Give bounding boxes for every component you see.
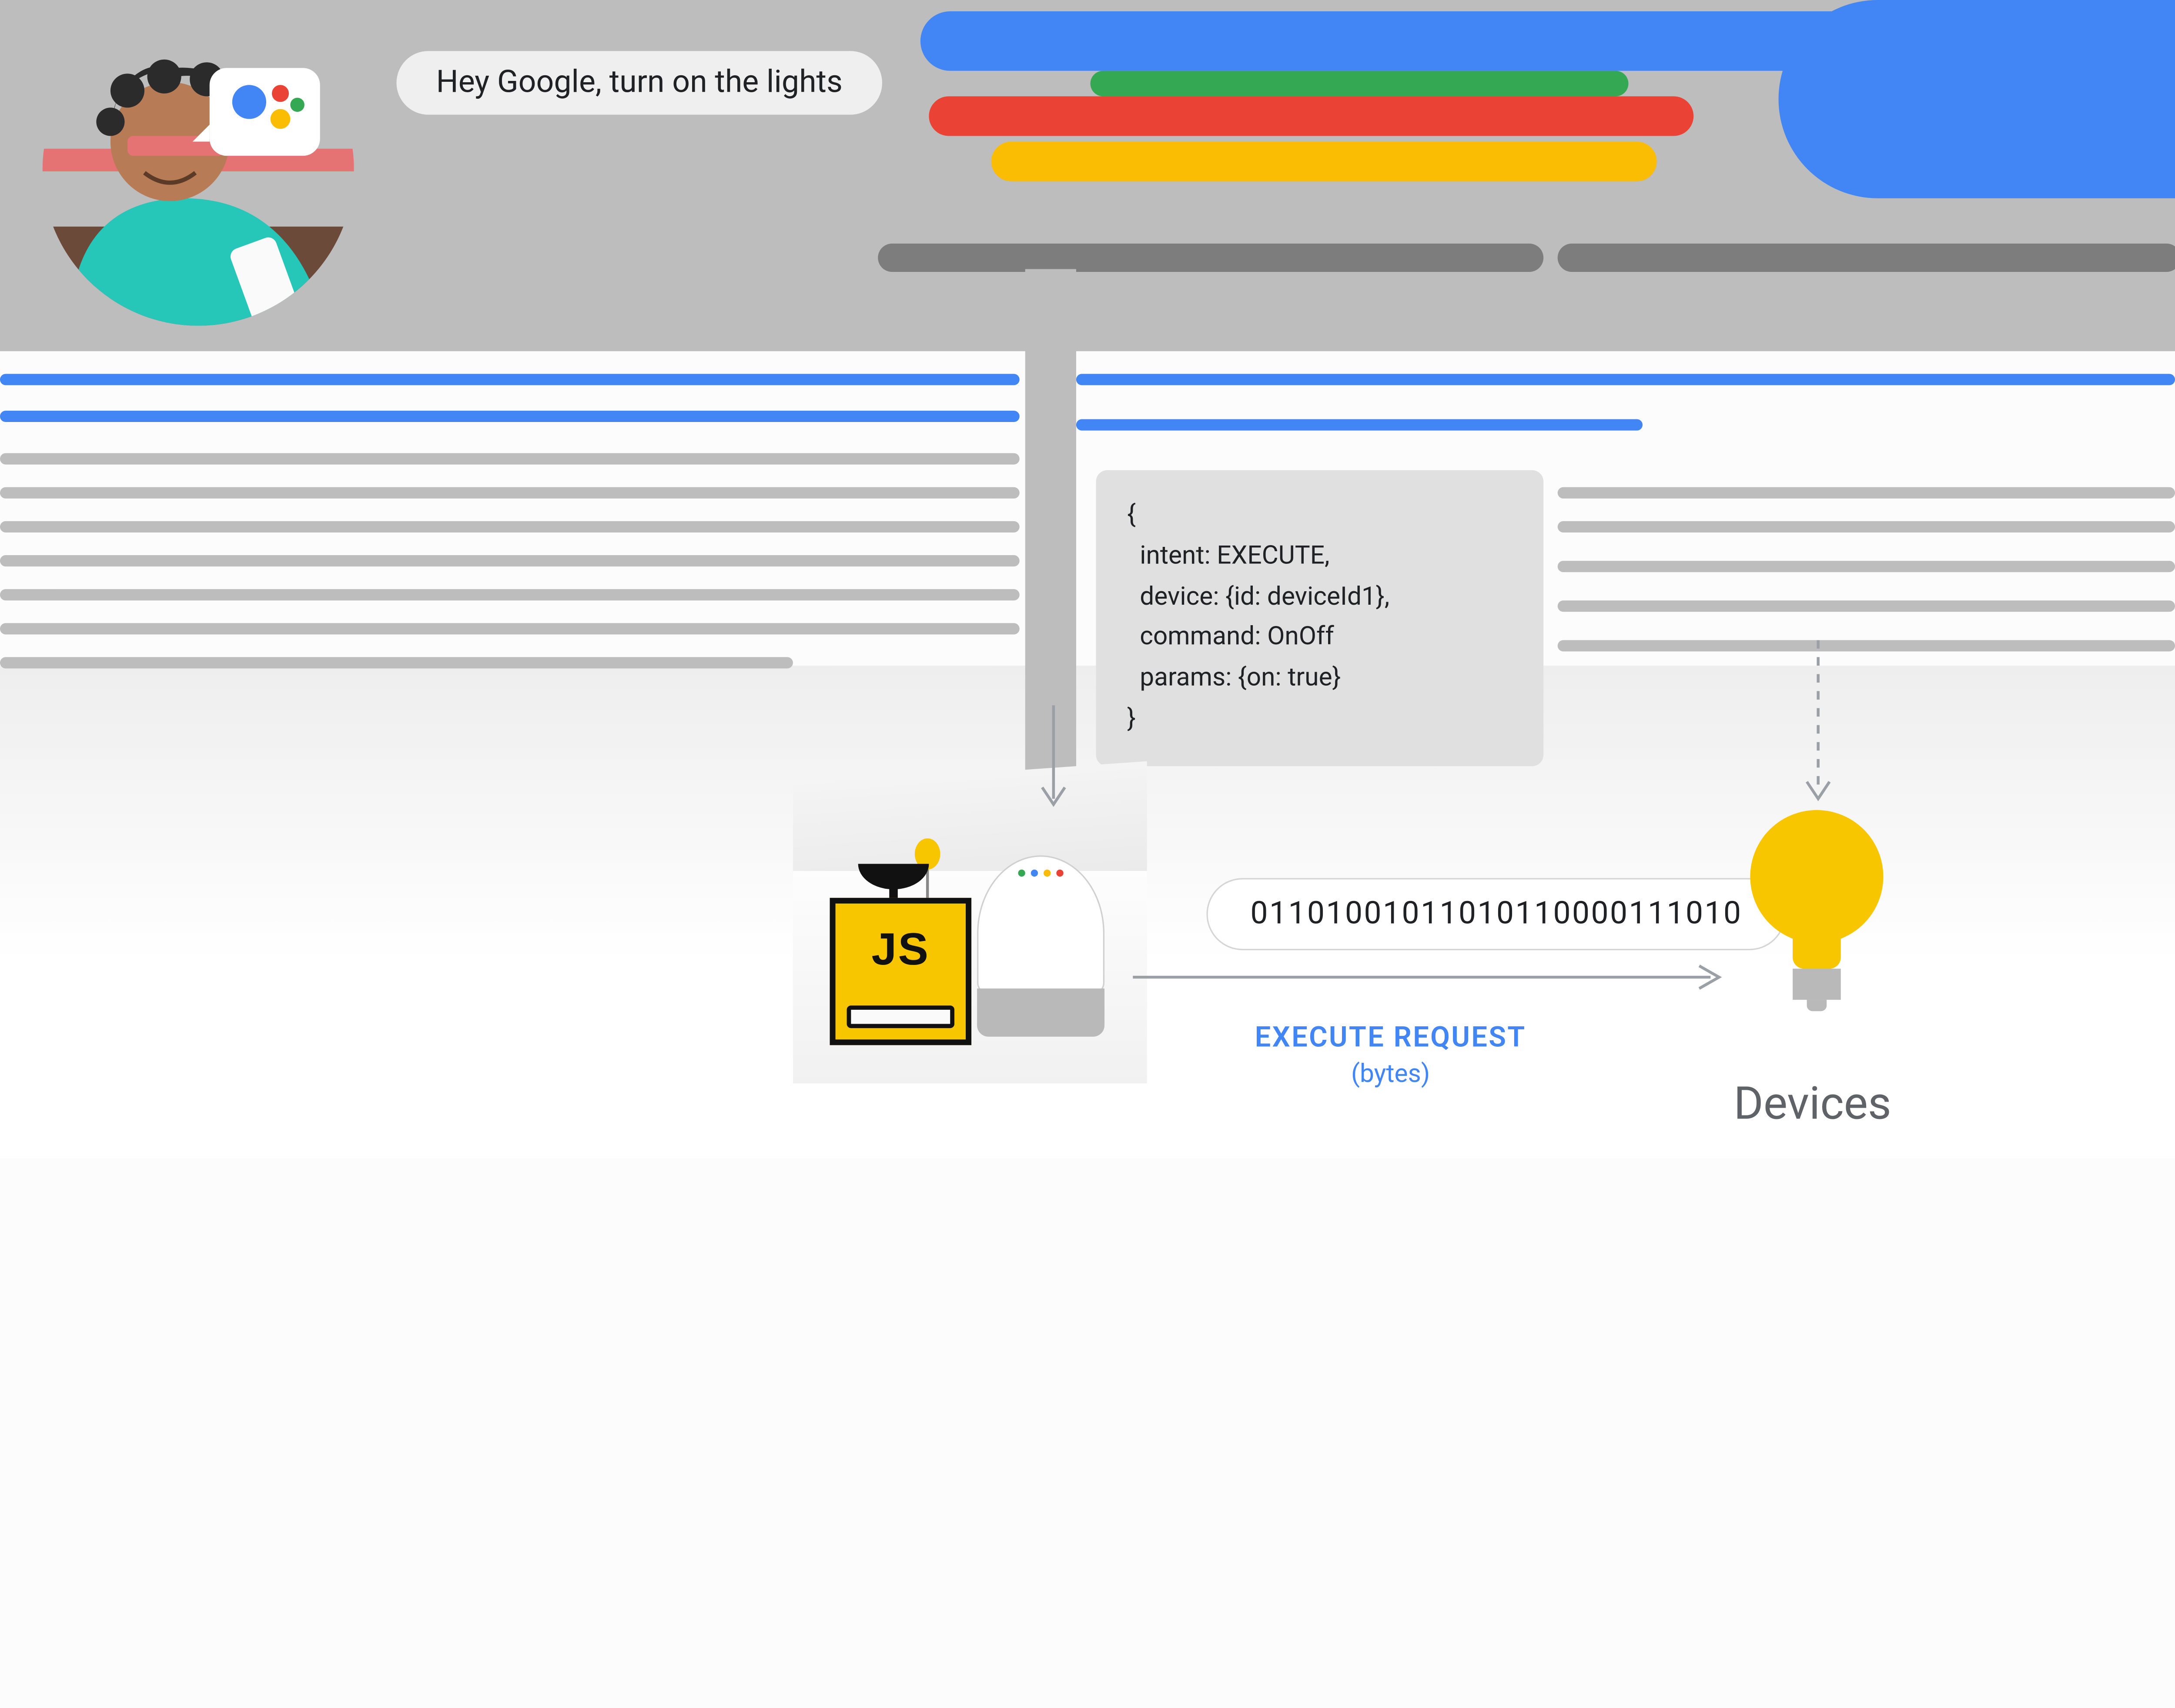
local-sdk-chip: JS [830, 864, 972, 1045]
line-grey-a [0, 453, 1020, 465]
line-grey-c [0, 521, 1020, 532]
ribbon-blue-cap [1779, 0, 2175, 198]
google-home-speaker-icon [977, 838, 1104, 1037]
line-blue-1 [0, 374, 1020, 385]
line-grey-er [1558, 600, 2175, 612]
ribbon-yellow [991, 142, 1657, 181]
arrow-to-device [1133, 963, 1727, 991]
execute-request-label: EXECUTE REQUEST [1178, 1020, 1603, 1054]
line-grey-cr [1558, 521, 2175, 532]
line-grey-br [1558, 487, 2175, 499]
line-blue-2 [0, 411, 1020, 422]
line-grey-f [0, 623, 1020, 634]
line-grey-g [0, 657, 793, 668]
js-label: JS [830, 923, 972, 975]
code-line-3: device: {id: deviceId1}, [1127, 582, 1389, 611]
intent-json-box: { intent: EXECUTE, device: {id: deviceId… [1096, 470, 1544, 766]
line-grey-dr [1558, 561, 2175, 572]
bytes-value: 01101001011010110000111010 [1250, 897, 1742, 932]
line-blue-1b [1076, 374, 2175, 385]
code-line-4: command: OnOff [1127, 622, 1334, 652]
code-line-2: intent: EXECUTE, [1127, 541, 1329, 570]
arrow-dashed-to-bulb [1801, 640, 1835, 810]
avatar-illustration [43, 14, 354, 326]
code-line-1: { [1127, 500, 1136, 529]
assistant-dots-icon [1018, 870, 1063, 877]
line-blue-2b [1076, 419, 1643, 431]
line-grey-d [0, 555, 1020, 566]
speech-text: Hey Google, turn on the lights [436, 65, 843, 100]
ribbon-green [1091, 71, 1629, 97]
devices-label: Devices [1699, 1076, 1926, 1130]
code-line-6: } [1127, 704, 1136, 733]
bytes-pill: 01101001011010110000111010 [1206, 878, 1786, 950]
line-grey-fr [1558, 640, 2175, 651]
ribbon-red [929, 96, 1693, 136]
bytes-label: (bytes) [1178, 1059, 1603, 1089]
ribbon-grey-2 [1558, 244, 2175, 272]
line-grey-b [0, 487, 1020, 499]
lightbulb-icon [1750, 810, 1883, 1022]
line-grey-e [0, 589, 1020, 600]
arrow-down-to-home [1037, 705, 1071, 816]
code-line-5: params: {on: true} [1127, 663, 1341, 693]
speech-bubble: Hey Google, turn on the lights [396, 51, 882, 114]
user-avatar [43, 14, 354, 326]
ribbon-grey-1 [878, 244, 1543, 272]
